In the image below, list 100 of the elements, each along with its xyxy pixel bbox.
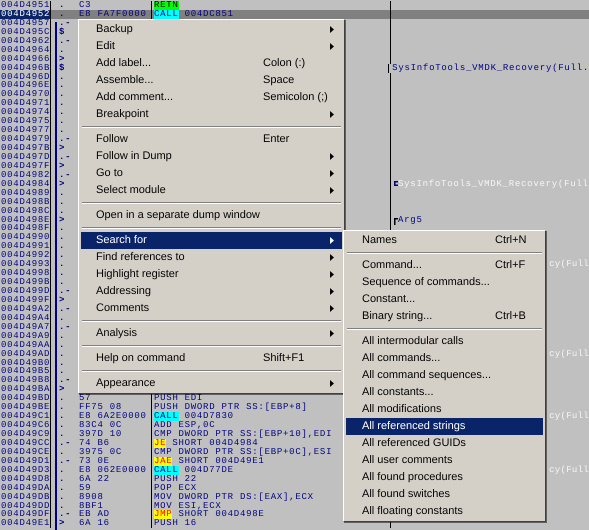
jump-mark: . — [59, 278, 66, 287]
menu-item[interactable]: Find references to — [81, 249, 342, 266]
call-bracket-icon — [394, 180, 398, 187]
jump-mark: . — [59, 403, 66, 412]
address-cell: 004D49B5 — [1, 367, 50, 376]
menu-item[interactable]: Sequence of commands... — [346, 274, 543, 291]
address-cell: 004D4974 — [1, 108, 50, 118]
address-cell: 004D49B0 — [1, 358, 50, 368]
menu-item[interactable]: Comments — [81, 300, 342, 317]
menu-item[interactable]: All floating constants — [346, 503, 543, 520]
jump-mark: > — [59, 216, 66, 224]
menu-item[interactable]: Open in a separate dump window — [81, 207, 342, 224]
address-cell: 004D49DD — [1, 502, 50, 510]
address-cell: 004D49A9 — [1, 332, 50, 341]
jump-mark: . — [59, 332, 66, 341]
menu-item[interactable]: Breakpoint — [81, 106, 342, 123]
menu-item[interactable]: Binary string... Ctrl+B — [346, 308, 543, 325]
operand: SHORT 004D49E1 — [178, 456, 265, 466]
jump-mark: > — [59, 144, 66, 153]
menu-item[interactable]: Appearance — [81, 375, 342, 392]
jump-mark: . — [59, 81, 66, 90]
address-cell: 004D496D — [1, 72, 50, 82]
menu-item[interactable]: Edit — [81, 38, 342, 55]
menu-item[interactable]: All referenced GUIDs — [346, 435, 543, 452]
menu-item[interactable]: All commands... — [346, 350, 543, 367]
jump-mark: .- — [59, 376, 72, 386]
menu-item[interactable]: Assemble... Space — [81, 72, 342, 89]
menu-item[interactable]: Addressing — [81, 283, 342, 300]
address-cell: 004D49CE — [1, 448, 50, 457]
address-cell: 004D498E — [1, 216, 50, 224]
address-cell: 004D49BD — [1, 394, 50, 404]
menu-item[interactable]: Command... Ctrl+F — [346, 257, 543, 274]
mnemonic: PUSH — [154, 519, 179, 528]
jump-mark: . — [59, 188, 66, 198]
address-cell: 004D4977 — [1, 126, 50, 136]
menu-item[interactable]: Search for — [81, 232, 342, 249]
menu-item[interactable]: All command sequences... — [346, 367, 543, 384]
jump-mark: .- — [59, 287, 72, 296]
address-cell: 004D49C9 — [1, 430, 50, 439]
menu-item[interactable]: Help on command Shift+F1 — [81, 350, 342, 367]
menu-item[interactable]: Select module — [81, 182, 342, 199]
mnemonic: PUSH — [154, 403, 179, 412]
menu-item[interactable]: Add comment... Semicolon (;) — [81, 89, 342, 106]
hex-cell: 59 — [79, 484, 92, 493]
address-cell: 004D49B8 — [1, 376, 50, 386]
mnemonic: JE — [154, 438, 166, 448]
address-cell: 004D4990 — [1, 233, 50, 242]
menu-item[interactable]: Go to — [81, 165, 342, 182]
mnemonic: MOV — [154, 502, 172, 510]
address-cell: 004D4951 — [1, 1, 50, 10]
menu-item[interactable]: All modifications — [346, 401, 543, 418]
mnemonic: JAE — [154, 456, 172, 466]
address-cell: 004D499D — [1, 287, 50, 296]
jump-mark: . — [59, 466, 66, 475]
jump-mark: .- — [59, 36, 72, 46]
menu-item[interactable]: Constant... — [346, 291, 543, 308]
jump-mark: > — [59, 162, 66, 171]
menu-item[interactable]: Follow in Dump — [81, 148, 342, 165]
jump-mark: > — [59, 519, 66, 528]
menu-item[interactable]: Analysis — [81, 325, 342, 342]
menu-item[interactable]: All referenced strings — [346, 418, 543, 435]
menu-item[interactable]: All found switches — [346, 486, 543, 503]
hex-cell: E8 6A2E0000 — [79, 412, 147, 422]
address-cell: 004D497F — [1, 162, 50, 171]
submenu-arrow-icon — [330, 237, 334, 244]
jump-mark: . — [59, 233, 66, 242]
menu-item[interactable]: All user comments — [346, 452, 543, 469]
address-cell: 004D49A2 — [1, 304, 50, 314]
submenu-arrow-icon — [330, 254, 334, 261]
jump-mark: . — [59, 206, 66, 216]
selected-row-highlight[interactable]: 004D4952 . E8 FA7F0000 CALL 004DC851 — [0, 10, 589, 19]
menu-item[interactable]: Add label... Colon (:) — [81, 55, 342, 72]
menu-item[interactable]: Backup — [81, 21, 342, 38]
menu-item[interactable]: Follow Enter — [81, 131, 342, 148]
submenu-arrow-icon — [330, 153, 334, 160]
mnemonic: ADD — [154, 421, 172, 430]
menu-item[interactable]: All intermodular calls — [346, 333, 543, 350]
operand: EDI — [184, 394, 204, 404]
mnemonic: PUSH — [154, 394, 179, 404]
jump-mark: $ — [59, 28, 66, 37]
jump-mark: . — [59, 314, 66, 323]
jump-mark: > — [59, 180, 66, 189]
address-cell: 004D4970 — [1, 90, 50, 100]
address-cell: 004D497D — [1, 152, 50, 162]
address-cell: 004D4979 — [1, 135, 50, 144]
operand: DWORD PTR DS:[EAX],ECX — [178, 492, 314, 502]
hex-cell: 8BF1 — [79, 502, 104, 510]
address-cell: 004D49D1 — [1, 456, 50, 466]
address-cell: 004D49D3 — [1, 466, 50, 475]
menu-item[interactable]: Highlight register — [81, 266, 342, 283]
jump-mark: .- — [59, 510, 72, 520]
hex-cell: E8 062E0000 — [79, 466, 147, 475]
menu-item[interactable]: All constants... — [346, 384, 543, 401]
menu-item[interactable]: All found procedures — [346, 469, 543, 486]
menu-item[interactable]: Names Ctrl+N — [346, 232, 543, 249]
jump-mark: . — [59, 502, 66, 510]
address-cell: 004D4962 — [1, 36, 50, 46]
address-cell: 004D499B — [1, 278, 50, 287]
address-cell: 004D497B — [1, 144, 50, 153]
address-cell: 004D4971 — [1, 99, 50, 108]
